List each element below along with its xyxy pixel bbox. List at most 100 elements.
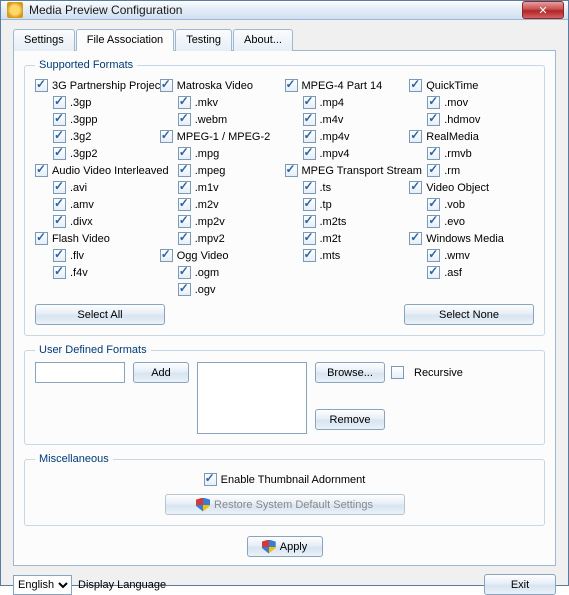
format-checkbox[interactable] xyxy=(53,181,66,194)
format-label: 3G Partnership Project xyxy=(52,80,163,92)
format-checkbox[interactable] xyxy=(160,249,173,262)
format-row: .mpeg xyxy=(160,162,285,179)
format-label: .3gp xyxy=(70,97,91,109)
format-row: Matroska Video xyxy=(160,77,285,94)
format-checkbox[interactable] xyxy=(409,130,422,143)
format-checkbox[interactable] xyxy=(409,232,422,245)
exit-button[interactable]: Exit xyxy=(484,574,556,595)
format-checkbox[interactable] xyxy=(178,232,191,245)
select-all-button[interactable]: Select All xyxy=(35,304,165,325)
format-checkbox[interactable] xyxy=(303,215,316,228)
format-row: RealMedia xyxy=(409,128,534,145)
language-select[interactable]: English xyxy=(13,575,72,595)
format-row: .mp4v xyxy=(285,128,410,145)
format-checkbox[interactable] xyxy=(178,198,191,211)
format-checkbox[interactable] xyxy=(178,113,191,126)
format-checkbox[interactable] xyxy=(53,198,66,211)
format-label: .f4v xyxy=(70,267,88,279)
format-row: Video Object xyxy=(409,179,534,196)
recursive-checkbox[interactable] xyxy=(391,366,404,379)
udf-legend: User Defined Formats xyxy=(35,344,151,356)
close-button[interactable]: ✕ xyxy=(522,1,564,19)
format-checkbox[interactable] xyxy=(427,215,440,228)
enable-thumbnail-checkbox[interactable] xyxy=(204,473,217,486)
format-checkbox[interactable] xyxy=(303,147,316,160)
udf-listbox[interactable] xyxy=(197,362,307,434)
format-row: .vob xyxy=(409,196,534,213)
supported-formats-legend: Supported Formats xyxy=(35,59,137,71)
select-none-button[interactable]: Select None xyxy=(404,304,534,325)
format-row: .webm xyxy=(160,111,285,128)
format-label: Flash Video xyxy=(52,233,110,245)
format-checkbox[interactable] xyxy=(35,164,48,177)
add-button[interactable]: Add xyxy=(133,362,189,383)
format-checkbox[interactable] xyxy=(409,181,422,194)
format-checkbox[interactable] xyxy=(427,266,440,279)
format-checkbox[interactable] xyxy=(178,283,191,296)
format-label: .m2ts xyxy=(320,216,347,228)
format-label: MPEG Transport Stream xyxy=(302,165,422,177)
format-checkbox[interactable] xyxy=(178,215,191,228)
format-checkbox[interactable] xyxy=(427,96,440,109)
format-row: Audio Video Interleaved xyxy=(35,162,160,179)
format-checkbox[interactable] xyxy=(303,113,316,126)
format-checkbox[interactable] xyxy=(178,147,191,160)
format-checkbox[interactable] xyxy=(160,79,173,92)
format-checkbox[interactable] xyxy=(285,79,298,92)
format-label: .ogm xyxy=(195,267,219,279)
format-checkbox[interactable] xyxy=(427,147,440,160)
format-label: .ogv xyxy=(195,284,216,296)
format-checkbox[interactable] xyxy=(178,181,191,194)
format-row: .asf xyxy=(409,264,534,281)
format-checkbox[interactable] xyxy=(53,147,66,160)
format-label: .m2t xyxy=(320,233,341,245)
format-checkbox[interactable] xyxy=(427,113,440,126)
format-checkbox[interactable] xyxy=(427,164,440,177)
format-checkbox[interactable] xyxy=(303,198,316,211)
format-checkbox[interactable] xyxy=(427,198,440,211)
format-checkbox[interactable] xyxy=(285,164,298,177)
format-row: .3g2 xyxy=(35,128,160,145)
format-checkbox[interactable] xyxy=(53,113,66,126)
format-checkbox[interactable] xyxy=(35,232,48,245)
tab-testing[interactable]: Testing xyxy=(175,29,232,51)
format-label: Windows Media xyxy=(426,233,504,245)
format-checkbox[interactable] xyxy=(35,79,48,92)
format-row: MPEG-1 / MPEG-2 xyxy=(160,128,285,145)
format-checkbox[interactable] xyxy=(303,96,316,109)
format-checkbox[interactable] xyxy=(53,96,66,109)
format-checkbox[interactable] xyxy=(178,96,191,109)
udf-extension-input[interactable] xyxy=(35,362,125,383)
tab-about[interactable]: About... xyxy=(233,29,293,51)
tab-panel: Supported Formats 3G Partnership Project… xyxy=(13,50,556,566)
remove-button[interactable]: Remove xyxy=(315,409,385,430)
format-checkbox[interactable] xyxy=(160,130,173,143)
format-checkbox[interactable] xyxy=(178,164,191,177)
format-row: Flash Video xyxy=(35,230,160,247)
format-checkbox[interactable] xyxy=(303,249,316,262)
browse-button[interactable]: Browse... xyxy=(315,362,385,383)
tab-file-association[interactable]: File Association xyxy=(76,29,174,51)
format-label: .ts xyxy=(320,182,332,194)
format-checkbox[interactable] xyxy=(303,232,316,245)
format-checkbox[interactable] xyxy=(53,130,66,143)
format-row: MPEG Transport Stream xyxy=(285,162,410,179)
format-checkbox[interactable] xyxy=(303,181,316,194)
format-checkbox[interactable] xyxy=(53,215,66,228)
restore-defaults-button[interactable]: Restore System Default Settings xyxy=(165,494,405,515)
format-checkbox[interactable] xyxy=(53,266,66,279)
format-checkbox[interactable] xyxy=(409,79,422,92)
apply-button[interactable]: Apply xyxy=(247,536,323,557)
format-label: .amv xyxy=(70,199,94,211)
format-checkbox[interactable] xyxy=(427,249,440,262)
format-row: Ogg Video xyxy=(160,247,285,264)
format-checkbox[interactable] xyxy=(178,266,191,279)
shield-icon xyxy=(262,540,276,554)
footer: English Display Language Exit xyxy=(1,574,568,595)
format-row: .ts xyxy=(285,179,410,196)
format-checkbox[interactable] xyxy=(53,249,66,262)
tab-strip: Settings File Association Testing About.… xyxy=(13,29,556,51)
tab-settings[interactable]: Settings xyxy=(13,29,75,51)
format-checkbox[interactable] xyxy=(303,130,316,143)
titlebar: Media Preview Configuration ✕ xyxy=(1,1,568,20)
